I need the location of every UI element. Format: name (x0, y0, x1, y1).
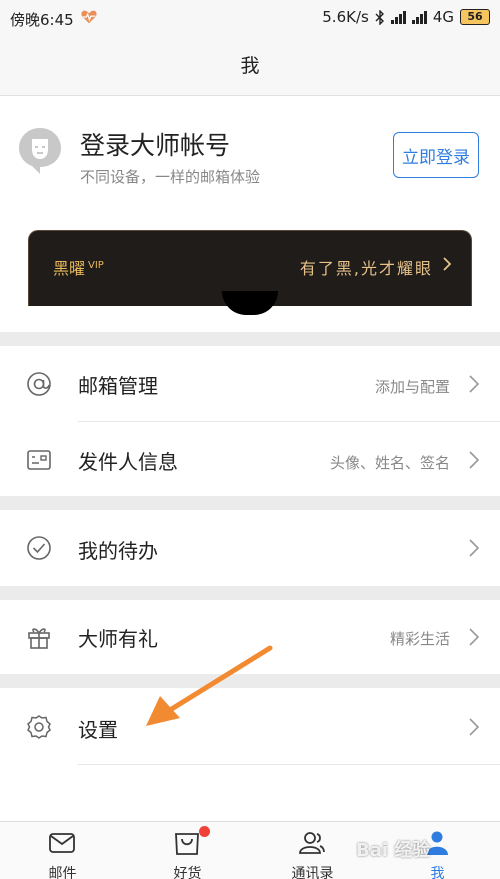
network-type: 4G (432, 8, 454, 26)
chevron-right-icon (443, 257, 452, 271)
vip-badge: VIP (88, 259, 104, 271)
status-time: 傍晚6:45 (10, 11, 74, 29)
menu-item-master-gifts[interactable]: 大师有礼 精彩生活 (0, 600, 500, 674)
chevron-right-icon (469, 718, 480, 736)
menu-item-hint: 添加与配置 (374, 378, 450, 396)
menu-item-label: 大师有礼 (78, 627, 158, 651)
vip-title: 黑曜 VIP (53, 255, 104, 279)
chevron-right-icon (469, 451, 480, 469)
signal-icon-2 (411, 10, 427, 24)
at-icon (27, 372, 51, 396)
signal-icon (390, 10, 406, 24)
menu-item-label: 我的待办 (78, 539, 158, 563)
tab-goods[interactable]: 好货 (125, 822, 250, 879)
menu-item-hint: 精彩生活 (389, 630, 450, 648)
network-speed: 5.6K/s (322, 8, 369, 26)
page-title: 我 (0, 36, 500, 96)
menu-item-label: 设置 (78, 718, 118, 742)
tab-label: 邮件 (48, 866, 77, 879)
contacts-icon (299, 832, 325, 854)
vip-slogan: 有了黑,光才耀眼 (299, 259, 433, 278)
divider (78, 764, 500, 765)
tab-mail[interactable]: 邮件 (0, 822, 125, 879)
menu-item-sender-info[interactable]: 发件人信息 头像、姓名、签名 (0, 422, 500, 496)
bluetooth-icon (375, 9, 384, 25)
vip-title-text: 黑曜 (53, 259, 86, 278)
chevron-right-icon (469, 539, 480, 557)
heart-rate-icon (81, 10, 97, 24)
banner-notch (222, 291, 278, 315)
notification-dot (199, 826, 210, 837)
mail-icon (49, 833, 75, 853)
menu-item-my-todos[interactable]: 我的待办 (0, 510, 500, 586)
login-button[interactable]: 立即登录 (393, 132, 479, 178)
tab-label: 我 (430, 866, 445, 879)
chevron-right-icon (469, 375, 480, 393)
account-title[interactable]: 登录大师帐号 (80, 126, 230, 162)
menu-item-label: 发件人信息 (78, 450, 178, 474)
menu-item-mailbox-management[interactable]: 邮箱管理 添加与配置 (0, 346, 500, 422)
tab-label: 通讯录 (291, 866, 334, 879)
id-card-icon (27, 450, 51, 470)
account-section: 登录大师帐号 不同设备，一样的邮箱体验 立即登录 黑曜 VIP 有了黑,光才耀眼 (0, 96, 500, 332)
chevron-right-icon (469, 628, 480, 646)
menu-item-hint: 头像、姓名、签名 (329, 454, 450, 472)
gear-icon (27, 715, 51, 739)
status-bar: 傍晚6:45 5.6K/s 4G 56 (0, 0, 500, 36)
battery-icon: 56 (460, 9, 490, 25)
watermark: Bai 经验 (356, 840, 431, 861)
account-subtitle: 不同设备，一样的邮箱体验 (80, 168, 261, 186)
gift-icon (28, 628, 50, 649)
check-circle-icon (27, 536, 51, 560)
avatar-icon[interactable] (18, 126, 62, 176)
menu-item-settings[interactable]: 设置 (0, 688, 500, 821)
shopping-bag-icon (175, 833, 199, 855)
menu-item-label: 邮箱管理 (78, 374, 158, 398)
tab-label: 好货 (173, 866, 202, 879)
